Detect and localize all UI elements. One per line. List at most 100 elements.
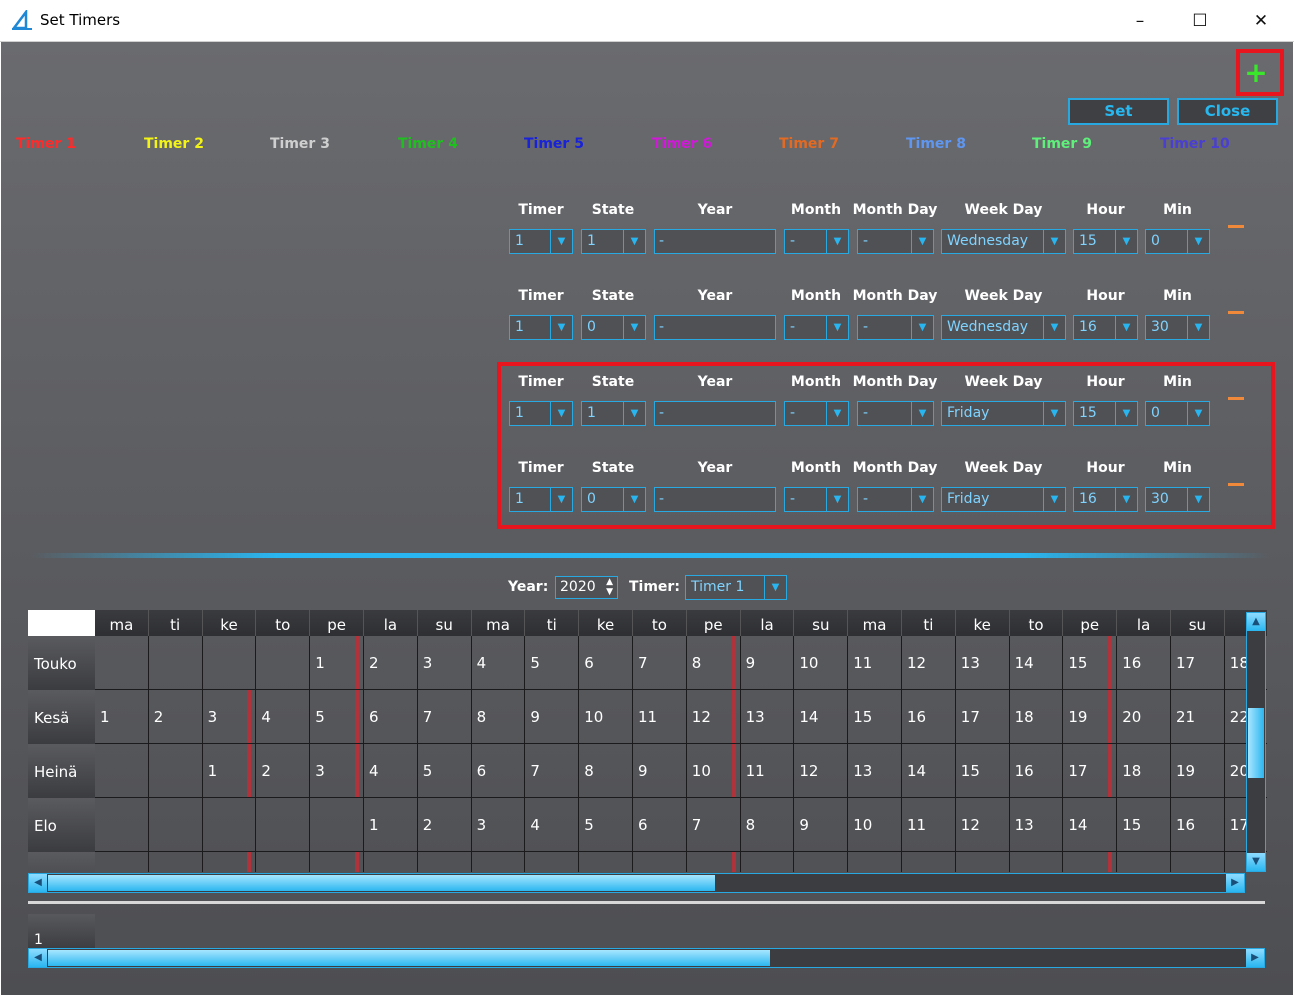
calendar-day-cell[interactable]: 6: [364, 690, 418, 744]
calendar-day-cell[interactable]: 8: [471, 690, 526, 744]
calendar-day-cell[interactable]: 14: [794, 690, 849, 744]
calendar-day-cell[interactable]: 10: [579, 690, 633, 744]
calendar-day-cell[interactable]: 9: [794, 798, 849, 852]
calendar-day-cell[interactable]: 12: [794, 744, 849, 798]
calendar-day-cell[interactable]: 12: [955, 798, 1010, 852]
calendar-day-cell[interactable]: 13: [740, 690, 795, 744]
calendar-day-cell[interactable]: [149, 852, 203, 872]
calendar-day-cell[interactable]: 2: [148, 690, 203, 744]
calendar-day-cell[interactable]: 12: [686, 690, 741, 744]
calendar-day-cell[interactable]: 10: [794, 636, 849, 690]
monthday-select[interactable]: - ▼: [857, 229, 934, 254]
calendar-day-cell[interactable]: 1: [310, 636, 364, 690]
calendar-day-cell[interactable]: 4: [471, 636, 526, 690]
scroll-right-icon[interactable]: ▶: [1226, 874, 1244, 892]
calendar-day-cell[interactable]: [1171, 852, 1225, 872]
bottom-scroll-thumb[interactable]: [48, 950, 770, 966]
calendar-day-cell[interactable]: 16: [1171, 798, 1225, 852]
calendar-day-cell[interactable]: 1: [202, 744, 257, 798]
calendar-day-cell[interactable]: 11: [848, 636, 902, 690]
calendar-day-cell[interactable]: [687, 852, 741, 872]
calendar-day-cell[interactable]: 2: [417, 798, 472, 852]
calendar-day-cell[interactable]: [741, 852, 795, 872]
timer-select[interactable]: 1 ▼: [509, 229, 573, 254]
calendar-day-cell[interactable]: [202, 636, 257, 690]
horizontal-scroll-thumb[interactable]: [48, 875, 715, 891]
calendar-day-cell[interactable]: 9: [525, 690, 580, 744]
calendar-day-cell[interactable]: [148, 798, 203, 852]
calendar-day-cell[interactable]: 8: [579, 744, 633, 798]
close-window-button[interactable]: ✕: [1231, 0, 1291, 41]
calendar-day-cell[interactable]: 20: [1117, 690, 1171, 744]
calendar-day-cell[interactable]: 6: [579, 636, 633, 690]
calendar-day-cell[interactable]: 14: [1063, 798, 1118, 852]
calendar-day-cell[interactable]: 5: [417, 744, 472, 798]
calendar-day-cell[interactable]: 13: [848, 744, 902, 798]
state-select[interactable]: 0 ▼: [581, 315, 646, 340]
add-timer-button[interactable]: +: [1241, 59, 1271, 89]
calendar-day-cell[interactable]: 10: [686, 744, 741, 798]
vertical-scroll-thumb[interactable]: [1248, 708, 1264, 778]
calendar-day-cell[interactable]: [256, 852, 311, 872]
weekday-select[interactable]: Wednesday ▼: [941, 229, 1066, 254]
calendar-day-cell[interactable]: 16: [1117, 636, 1171, 690]
state-select[interactable]: 1 ▼: [581, 229, 646, 254]
calendar-day-cell[interactable]: [95, 852, 149, 872]
scroll-left-icon[interactable]: ◀: [29, 874, 47, 892]
scroll-down-icon[interactable]: ▼: [1247, 853, 1265, 871]
calendar-day-cell[interactable]: 4: [256, 690, 311, 744]
calendar-day-cell[interactable]: [148, 636, 203, 690]
calendar-day-cell[interactable]: [1063, 852, 1118, 872]
calendar-day-cell[interactable]: 17: [1171, 636, 1225, 690]
calendar-day-cell[interactable]: [956, 852, 1010, 872]
calendar-day-cell[interactable]: 1: [364, 798, 418, 852]
year-spinner[interactable]: 2020 ▲ ▼: [555, 576, 618, 599]
calendar-day-cell[interactable]: 3: [310, 744, 364, 798]
calendar-day-cell[interactable]: 14: [1009, 636, 1064, 690]
remove-row-button[interactable]: [1228, 311, 1244, 314]
calendar-day-cell[interactable]: 19: [1171, 744, 1225, 798]
timer-select[interactable]: 1 ▼: [509, 315, 573, 340]
calendar-day-cell[interactable]: [579, 852, 633, 872]
calendar-day-cell[interactable]: 7: [525, 744, 580, 798]
calendar-vertical-scrollbar[interactable]: ▲ ▼: [1246, 612, 1266, 872]
calendar-day-cell[interactable]: 11: [633, 690, 687, 744]
calendar-day-cell[interactable]: 3: [417, 636, 472, 690]
calendar-day-cell[interactable]: 3: [471, 798, 526, 852]
calendar-day-cell[interactable]: [525, 852, 580, 872]
calendar-day-cell[interactable]: [148, 744, 203, 798]
calendar-day-cell[interactable]: 13: [955, 636, 1010, 690]
calendar-day-cell[interactable]: [794, 852, 849, 872]
maximize-button[interactable]: ☐: [1170, 0, 1230, 41]
calendar-day-cell[interactable]: 5: [579, 798, 633, 852]
calendar-day-cell[interactable]: 18: [1117, 744, 1171, 798]
calendar-day-cell[interactable]: [310, 852, 364, 872]
calendar-day-cell[interactable]: [256, 636, 311, 690]
calendar-day-cell[interactable]: 14: [902, 744, 956, 798]
calendar-day-cell[interactable]: [1117, 852, 1171, 872]
calendar-day-cell[interactable]: [95, 798, 149, 852]
calendar-day-cell[interactable]: 11: [902, 798, 956, 852]
calendar-day-cell[interactable]: [95, 744, 149, 798]
calendar-day-cell[interactable]: [902, 852, 956, 872]
calendar-day-cell[interactable]: 11: [740, 744, 795, 798]
calendar-day-cell[interactable]: 16: [902, 690, 956, 744]
minimize-button[interactable]: –: [1110, 0, 1170, 41]
calendar-day-cell[interactable]: 15: [1063, 636, 1118, 690]
calendar-day-cell[interactable]: [418, 852, 472, 872]
calendar-day-cell[interactable]: 4: [364, 744, 418, 798]
calendar-day-cell[interactable]: 9: [740, 636, 795, 690]
month-select[interactable]: - ▼: [784, 229, 849, 254]
weekday-select[interactable]: Wednesday ▼: [941, 315, 1066, 340]
min-select[interactable]: 30 ▼: [1145, 315, 1210, 340]
calendar-day-cell[interactable]: 16: [1009, 744, 1064, 798]
calendar-day-cell[interactable]: 17: [955, 690, 1010, 744]
scroll-up-icon[interactable]: ▲: [1247, 613, 1265, 631]
calendar-day-cell[interactable]: 6: [471, 744, 526, 798]
calendar-day-cell[interactable]: 13: [1009, 798, 1064, 852]
calendar-day-cell[interactable]: 3: [202, 690, 257, 744]
bottom-horizontal-scrollbar[interactable]: ◀ ▶: [28, 948, 1265, 968]
year-input[interactable]: -: [654, 229, 776, 254]
calendar-day-cell[interactable]: 8: [740, 798, 795, 852]
calendar-day-cell[interactable]: 9: [633, 744, 687, 798]
